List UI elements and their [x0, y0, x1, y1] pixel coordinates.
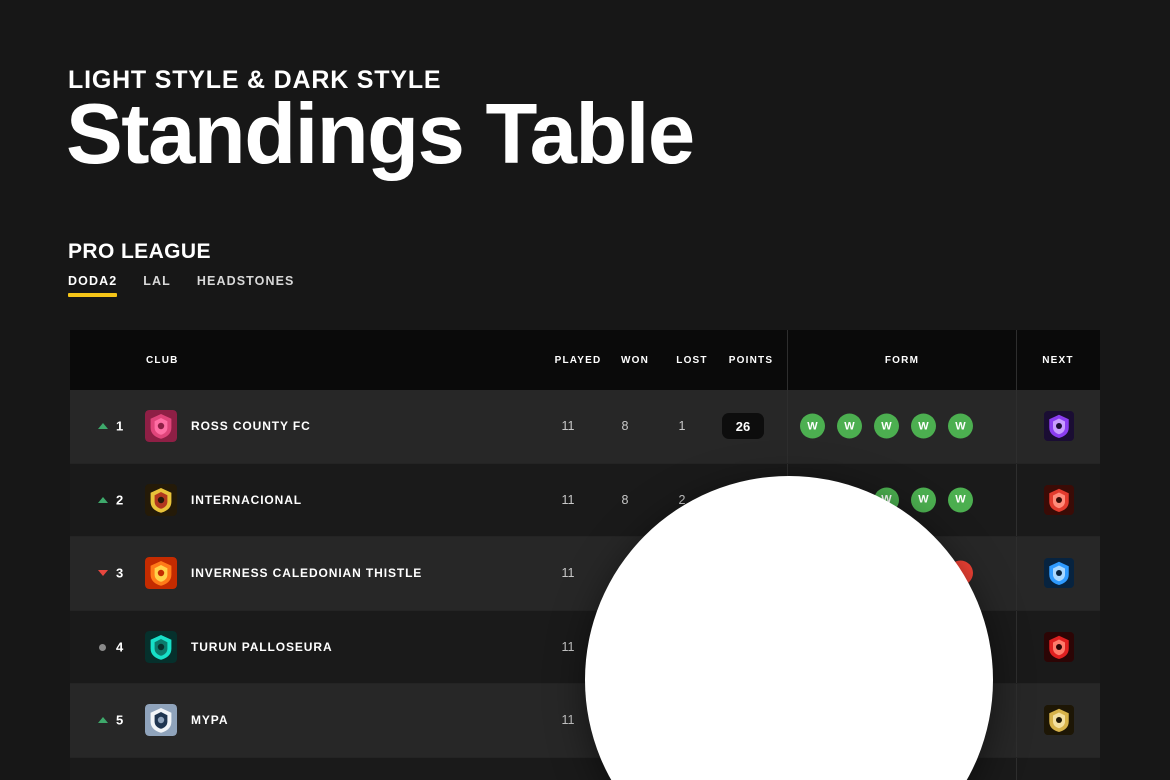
- form-badge-win[interactable]: W: [948, 413, 973, 439]
- white-owl-logo: [145, 704, 177, 737]
- form-badge-win[interactable]: W: [948, 487, 973, 513]
- header-divider-next: [1016, 330, 1017, 390]
- club-name[interactable]: INTERNACIONAL: [191, 493, 302, 507]
- row-divider-next: [1016, 537, 1017, 610]
- column-header-played[interactable]: PLAYED: [548, 355, 608, 366]
- stat-won: 8: [621, 492, 629, 507]
- brawl-logo[interactable]: [1044, 411, 1074, 442]
- league-tabs: DODA2 LAL HEADSTONES: [68, 274, 294, 297]
- form-badge-win[interactable]: W: [800, 413, 825, 439]
- row-divider-form: [787, 390, 788, 463]
- form-badge-win[interactable]: W: [911, 487, 936, 513]
- table-row[interactable]: 1 ROSS COUNTY FC 11 8 1 26 W W W W W: [70, 390, 1100, 464]
- rank-number: 4: [116, 639, 124, 655]
- rank-number: 2: [116, 492, 124, 508]
- rank-movement: [98, 715, 108, 725]
- stat-played: 11: [561, 492, 575, 507]
- red-devil-logo[interactable]: [1044, 484, 1074, 515]
- points-badge: 26: [722, 413, 764, 440]
- stat-played: 11: [561, 566, 575, 581]
- form-list: WWWWW: [800, 413, 973, 439]
- rank-number: 1: [116, 418, 124, 434]
- rank-up-icon: [98, 717, 108, 724]
- tab-headstones[interactable]: HEADSTONES: [197, 274, 295, 297]
- stat-played: 11: [561, 713, 575, 728]
- form-badge-win[interactable]: W: [837, 413, 862, 439]
- team-crest-logo: [145, 483, 177, 516]
- rank-up-icon: [98, 496, 108, 503]
- tab-label: LAL: [143, 274, 171, 288]
- row-divider-next: [1016, 463, 1017, 536]
- club-name[interactable]: ROSS COUNTY FC: [191, 419, 311, 433]
- table-row[interactable]: 2INTERNACIONAL118225WWWWW: [70, 463, 1100, 537]
- column-header-won[interactable]: WON: [605, 355, 665, 366]
- form-badge-win[interactable]: W: [874, 413, 899, 439]
- stat-won: 8: [621, 419, 629, 434]
- flame-logo: [145, 557, 177, 590]
- column-header-club[interactable]: CLUB: [146, 355, 179, 366]
- tab-doda2[interactable]: DODA2: [68, 274, 118, 297]
- rank-number: 5: [116, 712, 124, 728]
- row-divider-next: [1016, 610, 1017, 683]
- teal-helmet-logo: [145, 630, 177, 663]
- club-name[interactable]: INVERNESS CALEDONIAN THISTLE: [191, 566, 422, 580]
- rank-movement: [98, 642, 108, 652]
- blue-skater-logo[interactable]: [1044, 558, 1074, 589]
- gold-laurel-logo[interactable]: [1044, 705, 1074, 736]
- page-title: Standings Table: [66, 87, 695, 182]
- rank-flat-icon: [99, 643, 106, 651]
- rank-number: 3: [116, 565, 124, 581]
- row-divider-next: [1016, 390, 1017, 463]
- club-name[interactable]: MYPA: [191, 713, 228, 727]
- rank-up-icon: [98, 423, 108, 430]
- red-ravage-logo[interactable]: [1044, 631, 1074, 662]
- column-header-next[interactable]: NEXT: [1016, 355, 1100, 366]
- rank-movement: [98, 421, 108, 431]
- club-name[interactable]: TURUN PALLOSEURA: [191, 640, 333, 654]
- table-header-row: CLUB PLAYED WON LOST POINTS FORM NEXT: [70, 330, 1100, 390]
- tab-label: HEADSTONES: [196, 274, 295, 288]
- row-divider-next: [1016, 684, 1017, 757]
- league-name: PRO LEAGUE: [68, 240, 211, 263]
- column-header-form[interactable]: FORM: [788, 355, 1016, 366]
- tab-label: DODA2: [68, 274, 118, 288]
- column-header-lost[interactable]: LOST: [662, 355, 722, 366]
- row-divider-next: [1016, 757, 1017, 780]
- rank-movement: [98, 568, 108, 578]
- header-divider-form: [787, 330, 788, 390]
- rank-down-icon: [98, 570, 108, 577]
- form-badge-win[interactable]: W: [911, 413, 936, 439]
- stat-played: 11: [561, 419, 575, 434]
- tab-lal[interactable]: LAL: [143, 274, 171, 297]
- column-header-points[interactable]: POINTS: [720, 355, 782, 366]
- rank-movement: [98, 495, 108, 505]
- unicorn-logo: [145, 410, 177, 443]
- stat-lost: 1: [678, 419, 686, 434]
